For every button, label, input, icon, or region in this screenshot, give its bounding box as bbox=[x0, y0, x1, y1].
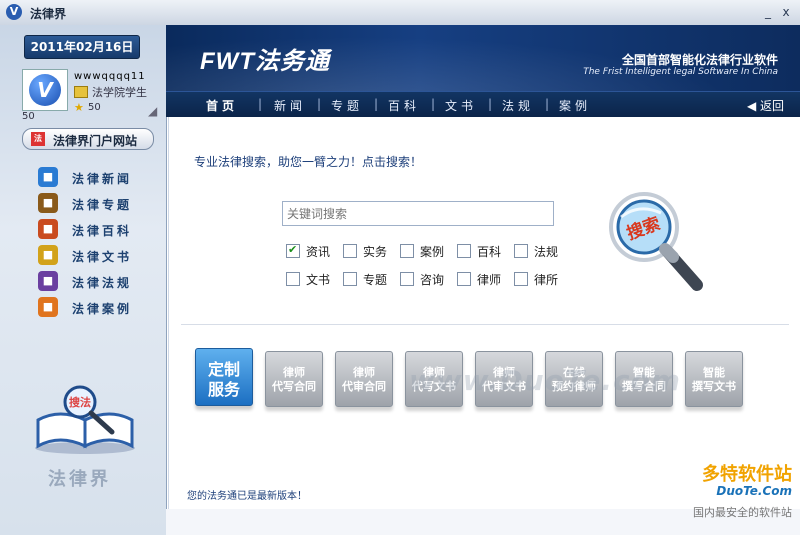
brand-watermark-en: DuoTe.Com bbox=[716, 484, 792, 498]
option-label[interactable]: 实务 bbox=[363, 243, 387, 260]
status-text: 您的法务通已是最新版本！ bbox=[187, 491, 307, 502]
option-label[interactable]: 文书 bbox=[306, 271, 330, 288]
back-button[interactable]: ◀ 返回 bbox=[747, 97, 784, 114]
date-display: 2011年02月16日 bbox=[24, 35, 140, 59]
sidebar-item-label: 法律百科 bbox=[72, 224, 133, 238]
option-label[interactable]: 咨询 bbox=[420, 271, 444, 288]
nav-separator: | bbox=[317, 97, 322, 111]
slogan-cn: 全国首部智能化法律行业软件 bbox=[621, 53, 778, 67]
bank-icon: ■ bbox=[38, 271, 58, 291]
option-label[interactable]: 资讯 bbox=[306, 243, 330, 260]
sidebar-item-label: 法律文书 bbox=[72, 250, 133, 264]
nav-item-1[interactable]: 新闻 bbox=[274, 97, 306, 114]
window-title: 法律界 bbox=[30, 7, 67, 21]
search-button[interactable]: 搜索 bbox=[599, 185, 709, 305]
user-points: 50 bbox=[88, 102, 101, 113]
user-level: 50 bbox=[22, 111, 35, 122]
option-label[interactable]: 律师 bbox=[477, 271, 501, 288]
service-button-0[interactable]: 律师 代写合同 bbox=[265, 351, 323, 407]
star-icon: ★ bbox=[74, 101, 84, 114]
main-content: 专业法律搜索，助您一臂之力！点击搜索！ 资讯 实务 案例 百科 法规文书 专题 咨询 律师 律所… bbox=[168, 117, 800, 509]
avatar[interactable]: V bbox=[22, 69, 68, 111]
option-label[interactable]: 专题 bbox=[363, 271, 387, 288]
nav-item-3[interactable]: 百科 bbox=[388, 97, 420, 114]
divider bbox=[181, 324, 789, 325]
slogan-en: The Frist Intelligent legal Software In … bbox=[583, 67, 778, 77]
nav-bar: 首页 | 新闻 | 专题 | 百科 | 文书 | 法规 | 案例 ◀ 返回 bbox=[166, 91, 800, 117]
nav-item-4[interactable]: 文书 bbox=[445, 97, 477, 114]
header-banner: FWT法务通 全国首部智能化法律行业软件 The Frist Intellige… bbox=[166, 25, 800, 91]
username: wwwqqqq11 bbox=[74, 71, 146, 82]
scale-icon: ■ bbox=[38, 193, 58, 213]
v-logo-icon: V bbox=[29, 74, 61, 106]
sidebar-logo-text: 法律界 bbox=[48, 469, 111, 490]
option-label[interactable]: 法规 bbox=[534, 243, 558, 260]
option-label[interactable]: 百科 bbox=[477, 243, 501, 260]
service-button-6[interactable]: 智能 撰写文书 bbox=[685, 351, 743, 407]
search-law-book-icon[interactable]: 搜法 bbox=[30, 380, 140, 455]
title-bar: V 法律界 _ x bbox=[0, 0, 800, 26]
nav-separator: | bbox=[545, 97, 550, 111]
option-checkbox-1[interactable] bbox=[343, 244, 357, 258]
search-intro: 专业法律搜索，助您一臂之力！点击搜索！ bbox=[194, 155, 423, 169]
case-icon: ■ bbox=[38, 297, 58, 317]
option-checkbox-3[interactable] bbox=[457, 244, 471, 258]
sidebar-item-2[interactable]: ■ 法律百科 bbox=[36, 218, 146, 240]
nav-item-5[interactable]: 法规 bbox=[502, 97, 534, 114]
brand-logo: FWT法务通 bbox=[200, 48, 330, 75]
nav-item-2[interactable]: 专题 bbox=[331, 97, 363, 114]
option-checkbox-5[interactable] bbox=[286, 272, 300, 286]
search-law-label: 搜法 bbox=[69, 395, 91, 409]
service-button-1[interactable]: 律师 代审合同 bbox=[335, 351, 393, 407]
option-label[interactable]: 律所 bbox=[534, 271, 558, 288]
center-watermark: www.DuoTe.com bbox=[409, 364, 681, 397]
sidebar-item-0[interactable]: ■ 法律新闻 bbox=[36, 166, 146, 188]
nav-separator: | bbox=[374, 97, 379, 111]
close-button[interactable]: x bbox=[778, 4, 794, 20]
option-checkbox-6[interactable] bbox=[343, 272, 357, 286]
service-line2: 代审合同 bbox=[342, 380, 386, 393]
brand-watermark-tagline: 国内最安全的软件站 bbox=[693, 506, 792, 519]
option-checkbox-2[interactable] bbox=[400, 244, 414, 258]
custom-service-line2: 服务 bbox=[207, 380, 240, 399]
brand-watermark: 多特软件站 bbox=[702, 464, 792, 485]
app-icon: V bbox=[6, 4, 22, 20]
portal-icon: 法 bbox=[31, 132, 45, 146]
nav-item-6[interactable]: 案例 bbox=[559, 97, 591, 114]
portal-button[interactable]: 法 法律界门户网站 bbox=[22, 128, 154, 150]
nav-separator: | bbox=[431, 97, 436, 111]
option-checkbox-0[interactable] bbox=[286, 243, 300, 258]
option-checkbox-7[interactable] bbox=[400, 272, 414, 286]
portal-button-label: 法律界门户网站 bbox=[53, 134, 138, 148]
sidebar-item-label: 法律新闻 bbox=[72, 172, 133, 186]
sidebar-item-label: 法律案例 bbox=[72, 302, 133, 316]
option-checkbox-8[interactable] bbox=[457, 272, 471, 286]
book-icon: ■ bbox=[38, 219, 58, 239]
document-icon: ■ bbox=[38, 245, 58, 265]
sidebar-item-1[interactable]: ■ 法律专题 bbox=[36, 192, 146, 214]
globe-icon: ■ bbox=[38, 167, 58, 187]
nav-item-0[interactable]: 首页 bbox=[206, 97, 238, 114]
user-role: 法学院学生 bbox=[92, 86, 147, 99]
sidebar: 2011年02月16日 V wwwqqqq11 法学院学生 ★ 50 50 ◢ … bbox=[0, 25, 167, 535]
option-checkbox-4[interactable] bbox=[514, 244, 528, 258]
search-input[interactable] bbox=[282, 201, 554, 226]
service-line2: 撰写文书 bbox=[692, 380, 736, 393]
sidebar-item-label: 法律法规 bbox=[72, 276, 133, 290]
settings-icon[interactable]: ◢ bbox=[148, 105, 160, 117]
back-label: 返回 bbox=[759, 99, 784, 113]
nav-separator: | bbox=[488, 97, 493, 111]
option-label[interactable]: 案例 bbox=[420, 243, 444, 260]
sidebar-item-label: 法律专题 bbox=[72, 198, 133, 212]
sidebar-item-5[interactable]: ■ 法律案例 bbox=[36, 296, 146, 318]
custom-service-button[interactable]: 定制 服务 bbox=[195, 348, 253, 406]
nav-separator: | bbox=[258, 97, 263, 111]
option-checkbox-9[interactable] bbox=[514, 272, 528, 286]
role-icon bbox=[74, 86, 88, 98]
minimize-button[interactable]: _ bbox=[760, 4, 776, 20]
sidebar-item-4[interactable]: ■ 法律法规 bbox=[36, 270, 146, 292]
sidebar-item-3[interactable]: ■ 法律文书 bbox=[36, 244, 146, 266]
service-line2: 代写合同 bbox=[272, 380, 316, 393]
